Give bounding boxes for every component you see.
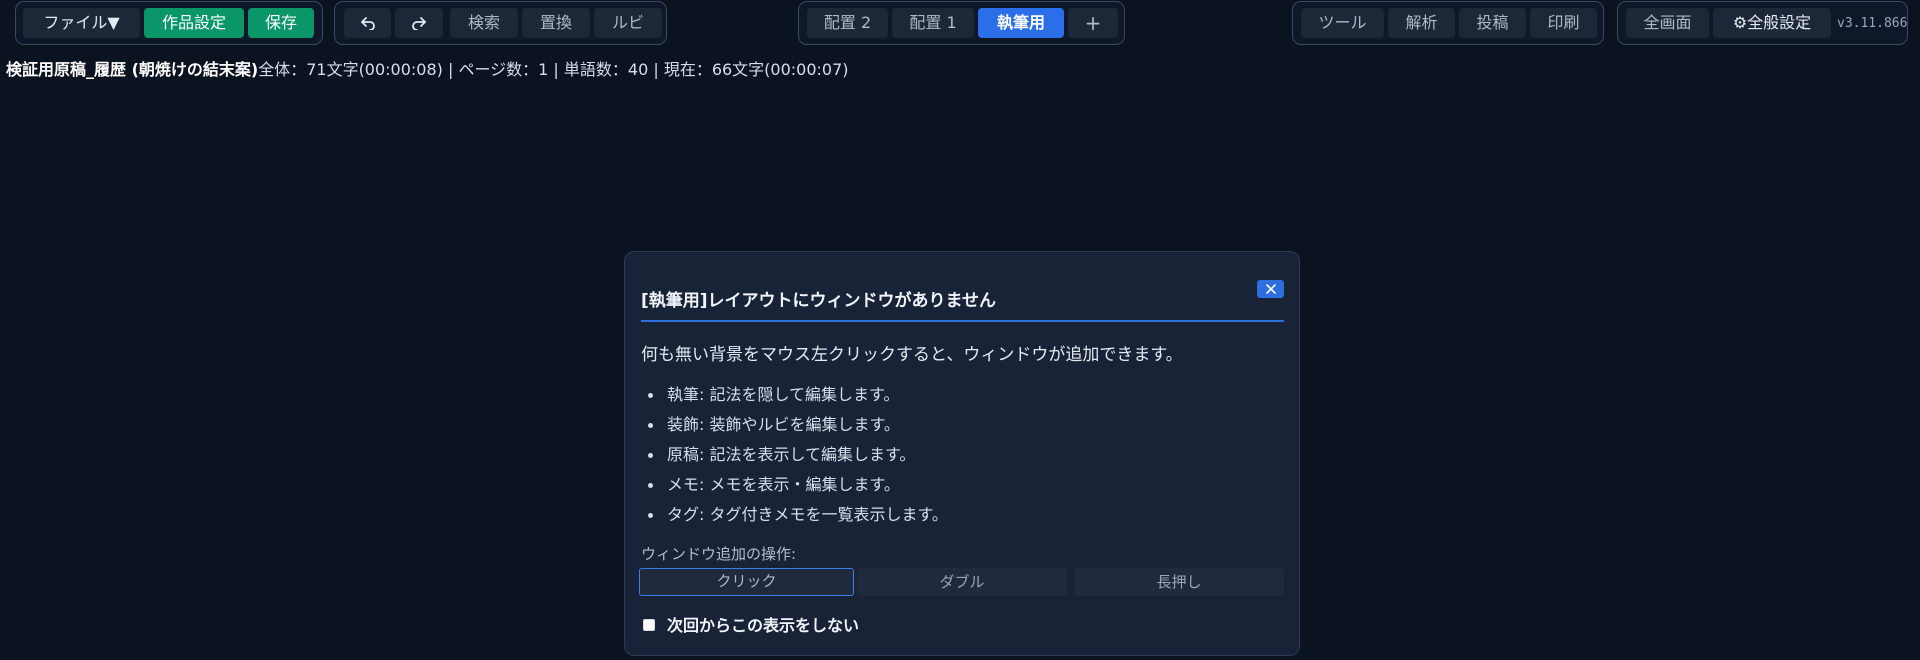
tools-group: ツール 解析 投稿 印刷: [1292, 1, 1604, 45]
list-item: タグ: タグ付きメモを一覧表示します。: [641, 500, 948, 530]
title-divider: [641, 320, 1284, 322]
tab-layout-1[interactable]: 配置 1: [892, 8, 974, 38]
add-operation-label: ウィンドウ追加の操作:: [641, 545, 797, 563]
settings-group: 全画面 ⚙全般設定 v3.11.866: [1617, 1, 1908, 45]
edit-group: 検索 置換 ルビ: [334, 1, 667, 45]
file-group: ファイル▼ 作品設定 保存: [15, 1, 323, 45]
undo-button[interactable]: [344, 8, 391, 38]
list-item: 装飾: 装飾やルビを編集します。: [641, 410, 948, 440]
dialog-title: [執筆用]レイアウトにウィンドウがありません: [641, 291, 997, 311]
list-item: 執筆: 記法を隠して編集します。: [641, 380, 948, 410]
op-double-option[interactable]: ダブル: [857, 568, 1067, 596]
dont-show-again-label[interactable]: 次回からこの表示をしない: [667, 615, 859, 637]
status-line: 検証用原稿_履歴 (朝焼けの結末案)全体：71文字(00:00:08) | ペー…: [6, 58, 849, 82]
fullscreen-button[interactable]: 全画面: [1626, 8, 1709, 38]
list-item-text: 執筆: 記法を隠して編集します。: [667, 385, 900, 404]
layout-group: 配置 2 配置 1 執筆用 +: [798, 1, 1125, 45]
window-type-list: 執筆: 記法を隠して編集します。 装飾: 装飾やルビを編集します。 原稿: 記法…: [641, 380, 948, 530]
list-item: メモ: メモを表示・編集します。: [641, 470, 948, 500]
op-long-press-option[interactable]: 長押し: [1074, 568, 1284, 596]
list-item-text: 装飾: 装飾やルビを編集します。: [667, 415, 900, 434]
bullet-icon: [648, 423, 653, 428]
tab-writing[interactable]: 執筆用: [978, 8, 1064, 38]
op-click-option[interactable]: クリック: [639, 568, 854, 596]
add-layout-button[interactable]: +: [1068, 8, 1118, 38]
save-button[interactable]: 保存: [248, 8, 314, 38]
document-stats: 全体：71文字(00:00:08) | ページ数：1 | 単語数：40 | 現在…: [258, 60, 849, 79]
bullet-icon: [648, 483, 653, 488]
close-icon: [1265, 284, 1276, 294]
redo-button[interactable]: [395, 8, 443, 38]
dont-show-again-checkbox[interactable]: [643, 619, 655, 631]
ruby-button[interactable]: ルビ: [594, 8, 662, 38]
analysis-button[interactable]: 解析: [1388, 8, 1455, 38]
version-label: v3.11.866: [1837, 16, 1908, 31]
search-button[interactable]: 検索: [450, 8, 518, 38]
general-settings-button[interactable]: ⚙全般設定: [1713, 8, 1831, 38]
empty-layout-dialog: [執筆用]レイアウトにウィンドウがありません 何も無い背景をマウス左クリックする…: [624, 251, 1300, 656]
tab-layout-2[interactable]: 配置 2: [807, 8, 888, 38]
post-button[interactable]: 投稿: [1459, 8, 1526, 38]
list-item-text: メモ: メモを表示・編集します。: [667, 475, 900, 494]
bullet-icon: [648, 393, 653, 398]
replace-button[interactable]: 置換: [522, 8, 590, 38]
list-item-text: タグ: タグ付きメモを一覧表示します。: [667, 505, 948, 524]
tools-button[interactable]: ツール: [1301, 8, 1384, 38]
document-title: 検証用原稿_履歴 (朝焼けの結末案): [6, 60, 259, 79]
file-menu-button[interactable]: ファイル▼: [23, 8, 140, 38]
bullet-icon: [648, 513, 653, 518]
redo-icon: [412, 17, 426, 30]
undo-icon: [360, 17, 375, 30]
list-item: 原稿: 記法を表示して編集します。: [641, 440, 948, 470]
bullet-icon: [648, 453, 653, 458]
close-button[interactable]: [1257, 280, 1284, 298]
work-settings-button[interactable]: 作品設定: [144, 8, 244, 38]
print-button[interactable]: 印刷: [1530, 8, 1597, 38]
dialog-lead-text: 何も無い背景をマウス左クリックすると、ウィンドウが追加できます。: [641, 345, 1183, 365]
list-item-text: 原稿: 記法を表示して編集します。: [667, 445, 916, 464]
top-toolbar: ファイル▼ 作品設定 保存 検索 置換 ルビ 配置 2 配置 1 執筆用 + ツ…: [0, 0, 1920, 48]
